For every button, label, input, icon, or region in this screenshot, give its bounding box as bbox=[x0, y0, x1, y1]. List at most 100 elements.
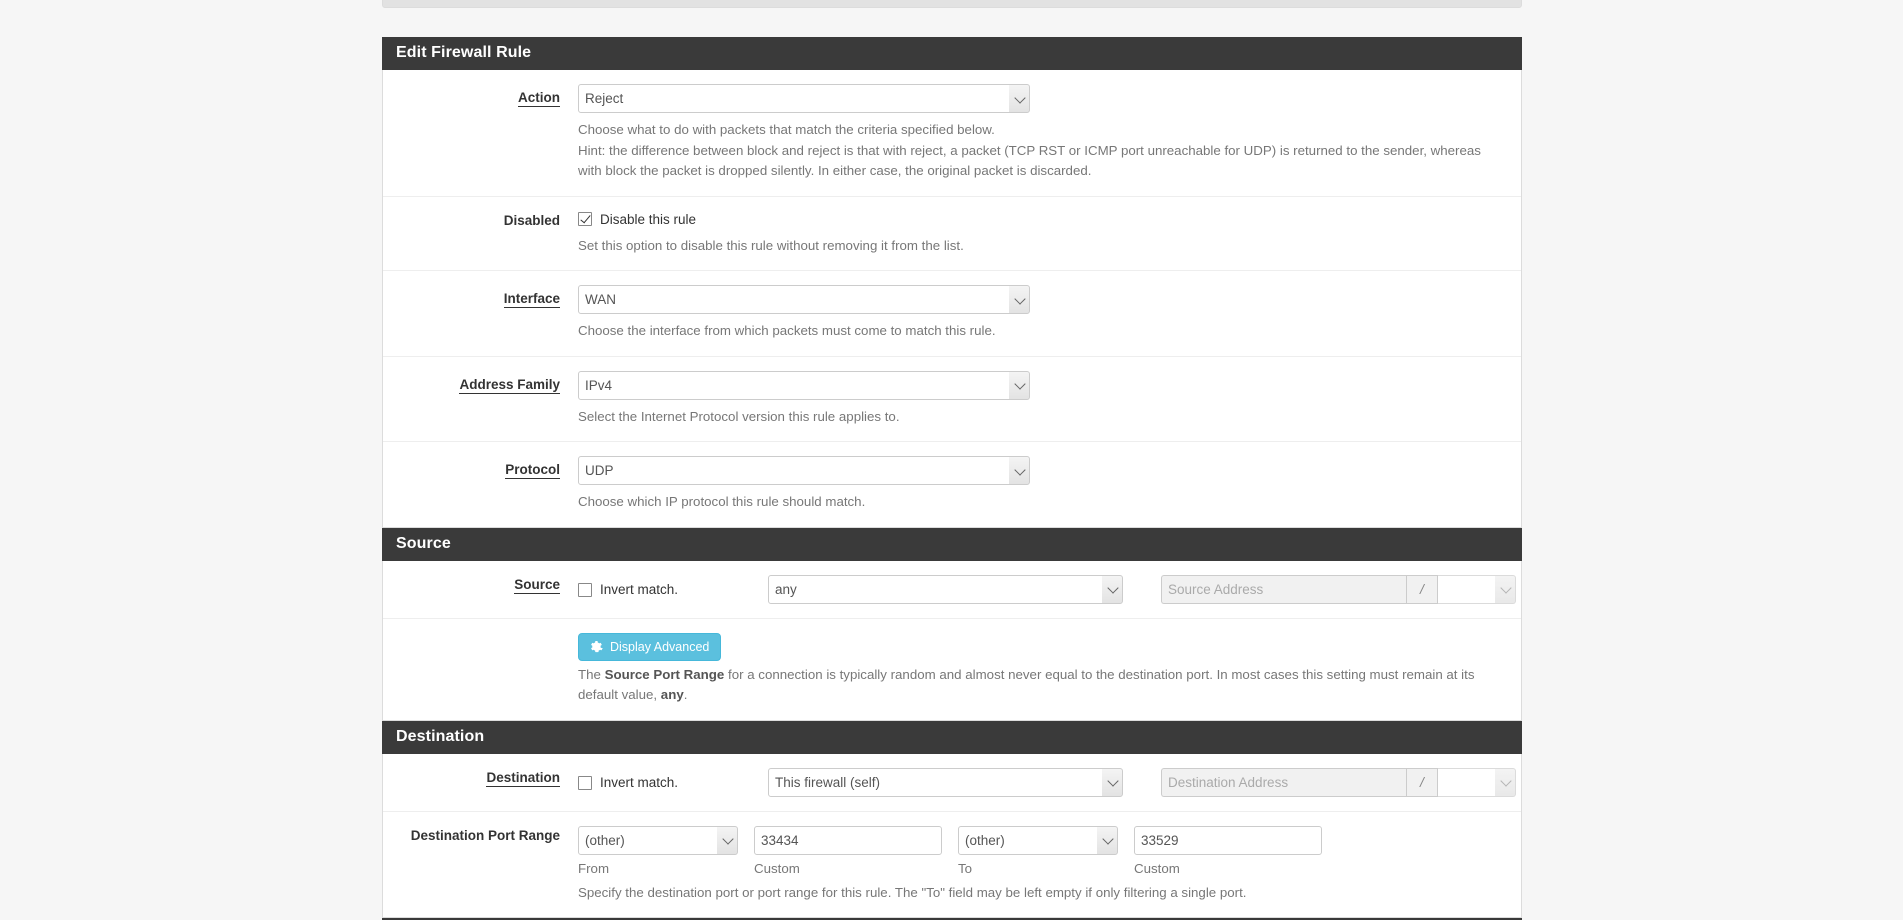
field-destination: Invert match. This firewall (self) / bbox=[578, 767, 1532, 797]
panel-edit-firewall-rule: Action Reject Choose what to do with pac… bbox=[382, 70, 1522, 528]
label-disabled-wrap: Disabled bbox=[383, 211, 578, 228]
port-to-custom-cell: Custom bbox=[1134, 825, 1322, 876]
source-invert-row[interactable]: Invert match. bbox=[578, 582, 678, 597]
section-header-edit-firewall-rule: Edit Firewall Rule bbox=[382, 37, 1522, 70]
port-to-custom-input[interactable] bbox=[1134, 825, 1322, 855]
action-help-line1: Choose what to do with packets that matc… bbox=[578, 122, 995, 137]
protocol-help: Choose which IP protocol this rule shoul… bbox=[578, 494, 866, 509]
field-destination-port-range: (other) From Custom (ot bbox=[578, 825, 1521, 904]
interface-help: Choose the interface from which packets … bbox=[578, 323, 996, 338]
address-family-select[interactable]: IPv4 bbox=[578, 370, 1030, 400]
field-interface: WAN Choose the interface from which pack… bbox=[578, 285, 1521, 342]
label-source-wrap: Source bbox=[383, 575, 578, 594]
source-mask-select[interactable] bbox=[1438, 574, 1516, 604]
sp-help-bold2: any bbox=[660, 687, 684, 702]
display-advanced-button[interactable]: Display Advanced bbox=[578, 632, 722, 661]
destination-type-select[interactable]: This firewall (self) bbox=[768, 767, 1123, 797]
destination-invert-checkbox[interactable] bbox=[578, 775, 592, 790]
sp-help-suffix: . bbox=[683, 687, 688, 702]
port-from-cell: (other) From bbox=[578, 825, 738, 876]
source-mask-select-wrap bbox=[1438, 574, 1516, 604]
source-inline-row: Invert match. any / bbox=[578, 574, 1516, 604]
interface-select-wrap: WAN bbox=[578, 285, 1030, 314]
label-source-advanced-spacer bbox=[383, 633, 578, 639]
label-action: Action bbox=[518, 90, 560, 107]
source-port-range-help: The Source Port Range for a connection i… bbox=[578, 665, 1505, 706]
disable-rule-checkbox-row[interactable]: Disable this rule bbox=[578, 212, 696, 227]
protocol-select[interactable]: UDP bbox=[578, 456, 1030, 485]
form-row-disabled: Disabled Disable this rule Set this opti… bbox=[383, 196, 1521, 271]
form-row-protocol: Protocol UDP Choose which IP protocol th… bbox=[383, 442, 1521, 527]
sp-help-bold1: Source Port Range bbox=[604, 666, 725, 682]
form-row-destination: Destination Invert match. This firewall … bbox=[383, 753, 1521, 812]
field-protocol: UDP Choose which IP protocol this rule s… bbox=[578, 456, 1521, 513]
cut-off-panel-above bbox=[382, 0, 1522, 8]
label-protocol-wrap: Protocol bbox=[383, 456, 578, 479]
destination-mask-select[interactable] bbox=[1438, 767, 1516, 797]
section-header-destination: Destination bbox=[382, 720, 1522, 754]
label-protocol: Protocol bbox=[505, 462, 560, 479]
main-content: Edit Firewall Rule Action Reject Choose … bbox=[382, 37, 1522, 920]
port-from-custom-cell: Custom bbox=[754, 825, 942, 876]
source-address-input[interactable] bbox=[1161, 574, 1406, 604]
source-invert-checkbox[interactable] bbox=[578, 582, 592, 597]
section-header-source: Source bbox=[382, 527, 1522, 561]
field-address-family: IPv4 Select the Internet Protocol versio… bbox=[578, 370, 1521, 428]
sp-help-prefix: The bbox=[578, 666, 605, 682]
source-address-group: / bbox=[1161, 574, 1516, 604]
page-root: Edit Firewall Rule Action Reject Choose … bbox=[0, 0, 1903, 920]
label-action-wrap: Action bbox=[383, 84, 578, 107]
destination-address-input[interactable] bbox=[1161, 767, 1406, 797]
disable-rule-label: Disable this rule bbox=[600, 211, 697, 227]
panel-destination: Destination Invert match. This firewall … bbox=[382, 753, 1522, 918]
destination-invert-label: Invert match. bbox=[600, 775, 679, 791]
action-select[interactable]: Reject bbox=[578, 84, 1030, 113]
port-to-sublabel: To bbox=[958, 860, 973, 876]
source-type-select-wrap: any bbox=[768, 574, 1123, 604]
form-row-destination-port-range: Destination Port Range (other) From 3343… bbox=[383, 811, 1521, 917]
port-from-custom-input[interactable] bbox=[754, 825, 942, 855]
port-to-select[interactable]: (other) bbox=[958, 825, 1118, 855]
destination-type-select-wrap: This firewall (self) bbox=[768, 767, 1123, 797]
label-address-family-wrap: Address Family bbox=[383, 371, 578, 394]
field-source: Invert match. any / bbox=[578, 574, 1532, 604]
action-select-wrap: Reject bbox=[578, 84, 1030, 113]
address-family-help: Select the Internet Protocol version thi… bbox=[578, 408, 900, 424]
action-help: Choose what to do with packets that matc… bbox=[578, 120, 1505, 182]
address-family-select-wrap: IPv4 bbox=[578, 370, 1030, 400]
port-from-sublabel: From bbox=[578, 860, 610, 876]
port-range-grid: (other) From Custom (ot bbox=[578, 825, 1505, 876]
destination-port-range-help: Specify the destination port or port ran… bbox=[578, 884, 1247, 900]
label-address-family: Address Family bbox=[459, 376, 560, 394]
port-to-custom-sublabel: Custom bbox=[1134, 860, 1180, 876]
label-destination-wrap: Destination bbox=[383, 768, 578, 787]
source-address-separator: / bbox=[1406, 574, 1438, 604]
destination-address-separator: / bbox=[1406, 767, 1438, 797]
disable-rule-checkbox[interactable] bbox=[578, 212, 592, 227]
destination-invert-wrap: Invert match. bbox=[578, 772, 768, 792]
panel-source: Source Invert match. any Source Address … bbox=[382, 560, 1522, 721]
port-from-select-wrap: (other) bbox=[578, 825, 738, 855]
port-to-cell: (other) To bbox=[958, 825, 1118, 876]
action-help-line2: Hint: the difference between block and r… bbox=[578, 142, 1481, 179]
port-from-select[interactable]: (other) bbox=[578, 825, 738, 855]
disabled-help: Set this option to disable this rule wit… bbox=[578, 237, 964, 253]
label-destination-port-range: Destination Port Range bbox=[410, 827, 560, 843]
port-to-select-wrap: (other) bbox=[958, 825, 1118, 855]
destination-inline-row: Invert match. This firewall (self) / bbox=[578, 767, 1516, 797]
label-destination: Destination bbox=[486, 769, 560, 787]
destination-invert-row[interactable]: Invert match. bbox=[578, 775, 678, 790]
label-interface-wrap: Interface bbox=[383, 285, 578, 308]
source-invert-label: Invert match. bbox=[600, 582, 679, 598]
label-source: Source bbox=[514, 576, 560, 594]
label-disabled: Disabled bbox=[503, 212, 560, 228]
interface-select[interactable]: WAN bbox=[578, 285, 1030, 314]
source-type-select[interactable]: any bbox=[768, 574, 1123, 604]
label-destination-port-range-wrap: Destination Port Range bbox=[383, 826, 578, 843]
form-row-address-family: Address Family IPv4 Select the Internet … bbox=[383, 356, 1521, 442]
form-row-interface: Interface WAN Choose the interface from … bbox=[383, 271, 1521, 357]
destination-address-group: / bbox=[1161, 767, 1516, 797]
label-interface: Interface bbox=[503, 291, 560, 308]
display-advanced-label: Display Advanced bbox=[610, 639, 710, 654]
form-row-action: Action Reject Choose what to do with pac… bbox=[383, 70, 1521, 197]
